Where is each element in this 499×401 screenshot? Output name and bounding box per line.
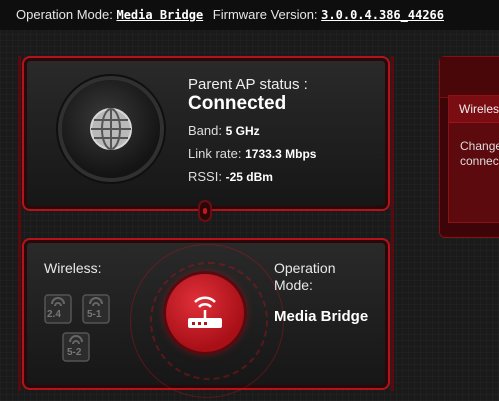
rssi-label: RSSI:	[188, 169, 222, 184]
rssi-row: RSSI: -25 dBm	[188, 169, 273, 184]
band-5-1-label: 5-1	[87, 309, 102, 320]
router-icon	[188, 296, 222, 328]
rssi-value: -25 dBm	[225, 170, 273, 184]
connection-status: Connected	[188, 93, 287, 114]
wireless-label: Wireless:	[44, 260, 102, 276]
wireless-settings-text: Change connec	[460, 139, 499, 169]
router-button[interactable]	[166, 274, 244, 352]
firmware-version-link[interactable]: 3.0.0.4.386_44266	[321, 8, 444, 22]
operation-mode-panel-value: Media Bridge	[274, 308, 369, 325]
link-rate-label: Link rate:	[188, 146, 242, 161]
operation-mode-link[interactable]: Media Bridge	[116, 8, 203, 22]
band-label: Band:	[188, 123, 222, 138]
globe-icon	[90, 108, 132, 150]
internet-globe-button[interactable]	[62, 80, 160, 178]
operation-mode-panel-label: Operation Mode:	[274, 260, 336, 293]
link-rate-value: 1733.3 Mbps	[245, 147, 317, 161]
right-rail	[391, 56, 394, 391]
wireless-settings-card[interactable]: Wireles Change connec	[448, 95, 499, 223]
parent-ap-title: Parent AP status :	[188, 76, 308, 93]
link-rate-row: Link rate: 1733.3 Mbps	[188, 146, 316, 161]
firmware-version-label: Firmware Version:	[212, 7, 318, 22]
operation-mode-label: Operation Mode:	[16, 7, 113, 22]
wireless-settings-text-line2: connec	[460, 154, 499, 168]
panel-connector	[198, 200, 212, 222]
left-rail	[18, 56, 21, 391]
band-row: Band: 5 GHz	[188, 123, 260, 138]
wireless-settings-title: Wireles	[449, 96, 499, 123]
band-2-4-label: 2.4	[47, 309, 61, 320]
top-status-bar: Operation Mode: Media Bridge Firmware Ve…	[0, 0, 499, 30]
band-5-2-label: 5-2	[67, 347, 82, 358]
band-value: 5 GHz	[225, 124, 260, 138]
wireless-settings-text-line1: Change	[460, 139, 499, 153]
side-panel-header	[440, 57, 499, 98]
